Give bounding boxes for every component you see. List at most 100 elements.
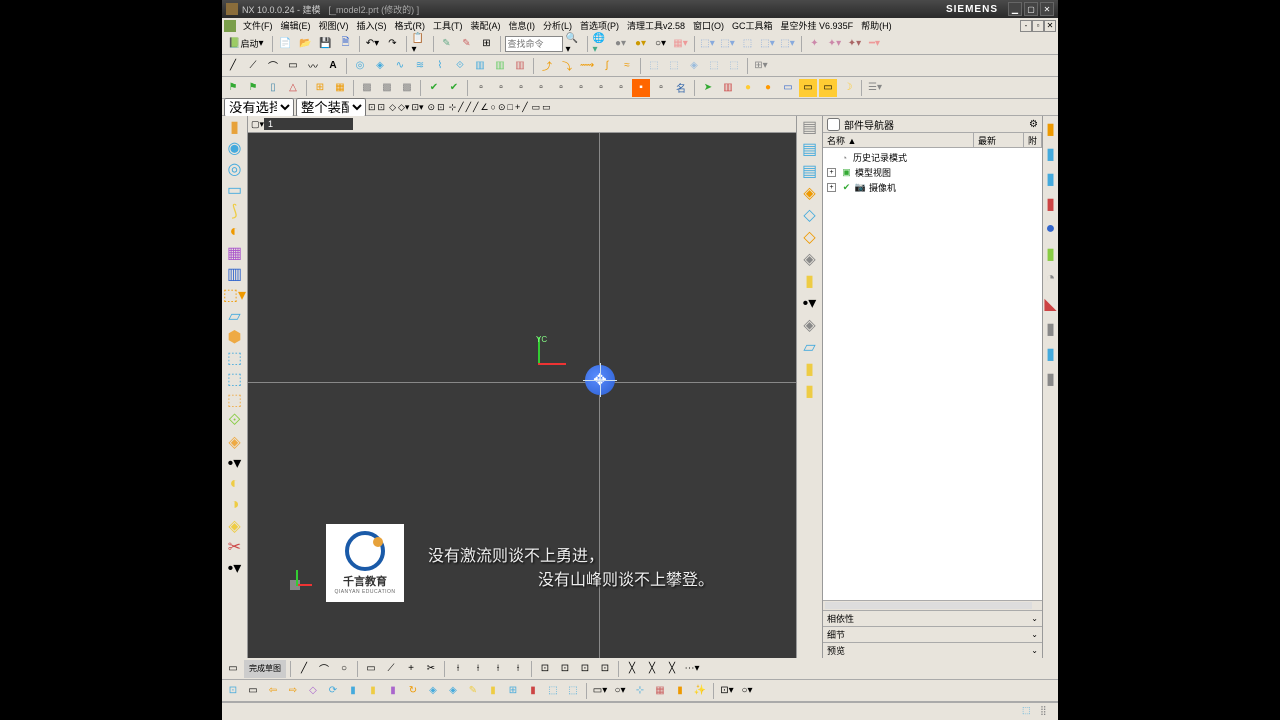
tree-node-camera[interactable]: + ✔ 📷 摄像机	[825, 180, 1040, 195]
cube-b-icon[interactable]: ⬚▾	[719, 35, 737, 53]
chart-icon[interactable]: ▥	[225, 265, 245, 283]
sel-line1-icon[interactable]: ╱	[458, 102, 463, 113]
block-c-icon[interactable]: ◈	[685, 57, 703, 75]
save-as-button[interactable]: 🗎	[337, 35, 355, 53]
status-cube-icon[interactable]: ⬚	[1022, 705, 1036, 719]
command-search-input[interactable]	[505, 36, 563, 52]
panel-yellow-icon[interactable]: ▭	[799, 79, 817, 97]
sk-circle-icon[interactable]: ○	[335, 660, 353, 678]
bt-m-icon[interactable]: ✎	[464, 682, 482, 700]
rect-icon[interactable]: ▭	[284, 57, 302, 75]
plane-icon[interactable]: ▱	[225, 307, 245, 325]
tree-node-history[interactable]: ◔ 历史记录模式	[825, 150, 1040, 165]
pattern-icon[interactable]: ◈	[371, 57, 389, 75]
block-e-icon[interactable]: ⬚	[725, 57, 743, 75]
sk-edge-icon[interactable]: ⟋	[382, 660, 400, 678]
copy-button[interactable]: 📋▾	[411, 35, 429, 53]
menu-cleanup[interactable]: 清理工具v2.58	[623, 19, 689, 32]
bt-o-icon[interactable]: ⊞	[504, 682, 522, 700]
navigator-tree[interactable]: ◔ 历史记录模式 + ▣ 模型视图 + ✔ 📷 摄像机	[823, 148, 1042, 600]
col-attr[interactable]: 附	[1024, 133, 1042, 147]
bt-b-icon[interactable]: ▭	[244, 682, 262, 700]
bt-u-icon[interactable]: ⊹	[631, 682, 649, 700]
sel-target-icon[interactable]: ⊙	[498, 102, 506, 113]
open-button[interactable]: 📂	[297, 35, 315, 53]
pattern2-icon[interactable]: ▦	[225, 244, 245, 262]
mini-h-icon[interactable]: ▫	[612, 79, 630, 97]
flag-green-icon[interactable]: ⚑	[224, 79, 242, 97]
bt-y-icon[interactable]: ⊡▾	[718, 682, 736, 700]
bt-v-icon[interactable]: ▦	[651, 682, 669, 700]
menu-analysis[interactable]: 分析(L)	[539, 19, 576, 32]
menu-starsky[interactable]: 星空外挂 V6.935F	[777, 19, 858, 32]
sk-x-a-icon[interactable]: ╳	[623, 660, 641, 678]
path-d-icon[interactable]: ∫	[598, 57, 616, 75]
mini-f-icon[interactable]: ▫	[572, 79, 590, 97]
rail-h-icon[interactable]: ◣	[1044, 293, 1058, 315]
mdi-restore-button[interactable]: ▫	[1032, 20, 1044, 32]
layer-icon[interactable]: ▦▾	[672, 35, 690, 53]
mini-c-icon[interactable]: ▫	[512, 79, 530, 97]
bt-k-icon[interactable]: ◈	[424, 682, 442, 700]
list-icon[interactable]: ☰▾	[866, 79, 884, 97]
menu-edit[interactable]: 编辑(E)	[277, 19, 315, 32]
menu-preferences[interactable]: 首选项(P)	[576, 19, 623, 32]
text-icon[interactable]: A	[324, 57, 342, 75]
cube-d-icon[interactable]: ⬚▾	[759, 35, 777, 53]
viewport-tab[interactable]: 1	[264, 118, 353, 130]
res-a-icon[interactable]: ◇	[800, 206, 820, 224]
snap-b-icon[interactable]: ◇▾	[398, 102, 409, 113]
mini-g-icon[interactable]: ▫	[592, 79, 610, 97]
sk-rect-icon[interactable]: ▭	[362, 660, 380, 678]
cube-e-icon[interactable]: ⬚▾	[779, 35, 797, 53]
curve-c-icon[interactable]: ⌇	[431, 57, 449, 75]
snap-c-icon[interactable]: ⊡▾	[411, 102, 423, 113]
mesh-b-icon[interactable]: ▩	[378, 79, 396, 97]
check-b-icon[interactable]: ✔	[445, 79, 463, 97]
mini-a-icon[interactable]: ▫	[472, 79, 490, 97]
sphere-plain-icon[interactable]: ○▾	[652, 35, 670, 53]
start-menu-button[interactable]: 📗启动▾	[224, 35, 268, 53]
sk-plus-icon[interactable]: +	[402, 660, 420, 678]
section-preview[interactable]: 预览⌄	[823, 642, 1042, 658]
surf-c-icon[interactable]: ◈	[225, 517, 245, 535]
grid-a-icon[interactable]: ⊞	[311, 79, 329, 97]
bt-w-icon[interactable]: ▮	[671, 682, 689, 700]
sk-con-a-icon[interactable]: ⊡	[536, 660, 554, 678]
orange-block-icon[interactable]: ▪	[632, 79, 650, 97]
bt-i-icon[interactable]: ▮	[384, 682, 402, 700]
cube-c-icon[interactable]: ⬚	[739, 35, 757, 53]
section-details[interactable]: 细节⌄	[823, 626, 1042, 642]
check-a-icon[interactable]: ✔	[425, 79, 443, 97]
sketch-select-icon[interactable]: ▭	[224, 660, 242, 678]
undo-button[interactable]: ↶▾	[364, 35, 382, 53]
bt-h-icon[interactable]: ▮	[364, 682, 382, 700]
surf-a-icon[interactable]: ◐	[225, 475, 245, 493]
col-latest[interactable]: 最新	[974, 133, 1024, 147]
graphics-viewport[interactable]: YC ✥ 千言教育 QIANYAN EDUCATION 没有激流则谈不上勇进， …	[248, 133, 796, 658]
selection-filter-select[interactable]: 没有选择过滤器	[224, 98, 294, 117]
shell-icon[interactable]: ◐	[225, 223, 245, 241]
res-f-icon[interactable]: ▱	[800, 338, 820, 356]
tree-node-model-view[interactable]: + ▣ 模型视图	[825, 165, 1040, 180]
sel-circle-icon[interactable]: ○	[491, 102, 496, 112]
menu-file[interactable]: 文件(F)	[239, 19, 277, 32]
menu-help[interactable]: 帮助(H)	[857, 19, 896, 32]
res-h-icon[interactable]: ▮	[800, 382, 820, 400]
sphere-shaded-icon[interactable]: ●▾	[612, 35, 630, 53]
bt-x-icon[interactable]: ✨	[691, 682, 709, 700]
arrow-icon[interactable]: ➤	[699, 79, 717, 97]
sel-line2-icon[interactable]: ╱	[466, 102, 471, 113]
sel-line3-icon[interactable]: ╱	[473, 102, 478, 113]
grid-icon[interactable]: ⊞▾	[752, 57, 770, 75]
block-a-icon[interactable]: ⬚	[645, 57, 663, 75]
res-nav-icon[interactable]: ▤	[800, 118, 820, 136]
tool-c-icon[interactable]: ⊞	[478, 35, 496, 53]
name-tag-icon[interactable]: 名	[672, 79, 690, 97]
navigator-pin-checkbox[interactable]	[827, 118, 840, 131]
revolve-icon[interactable]: ◉	[225, 139, 245, 157]
rail-i-icon[interactable]: ▮	[1044, 318, 1058, 340]
bt-s-icon[interactable]: ▭▾	[591, 682, 609, 700]
bt-a-icon[interactable]: ⊡	[224, 682, 242, 700]
bt-q-icon[interactable]: ⬚	[544, 682, 562, 700]
